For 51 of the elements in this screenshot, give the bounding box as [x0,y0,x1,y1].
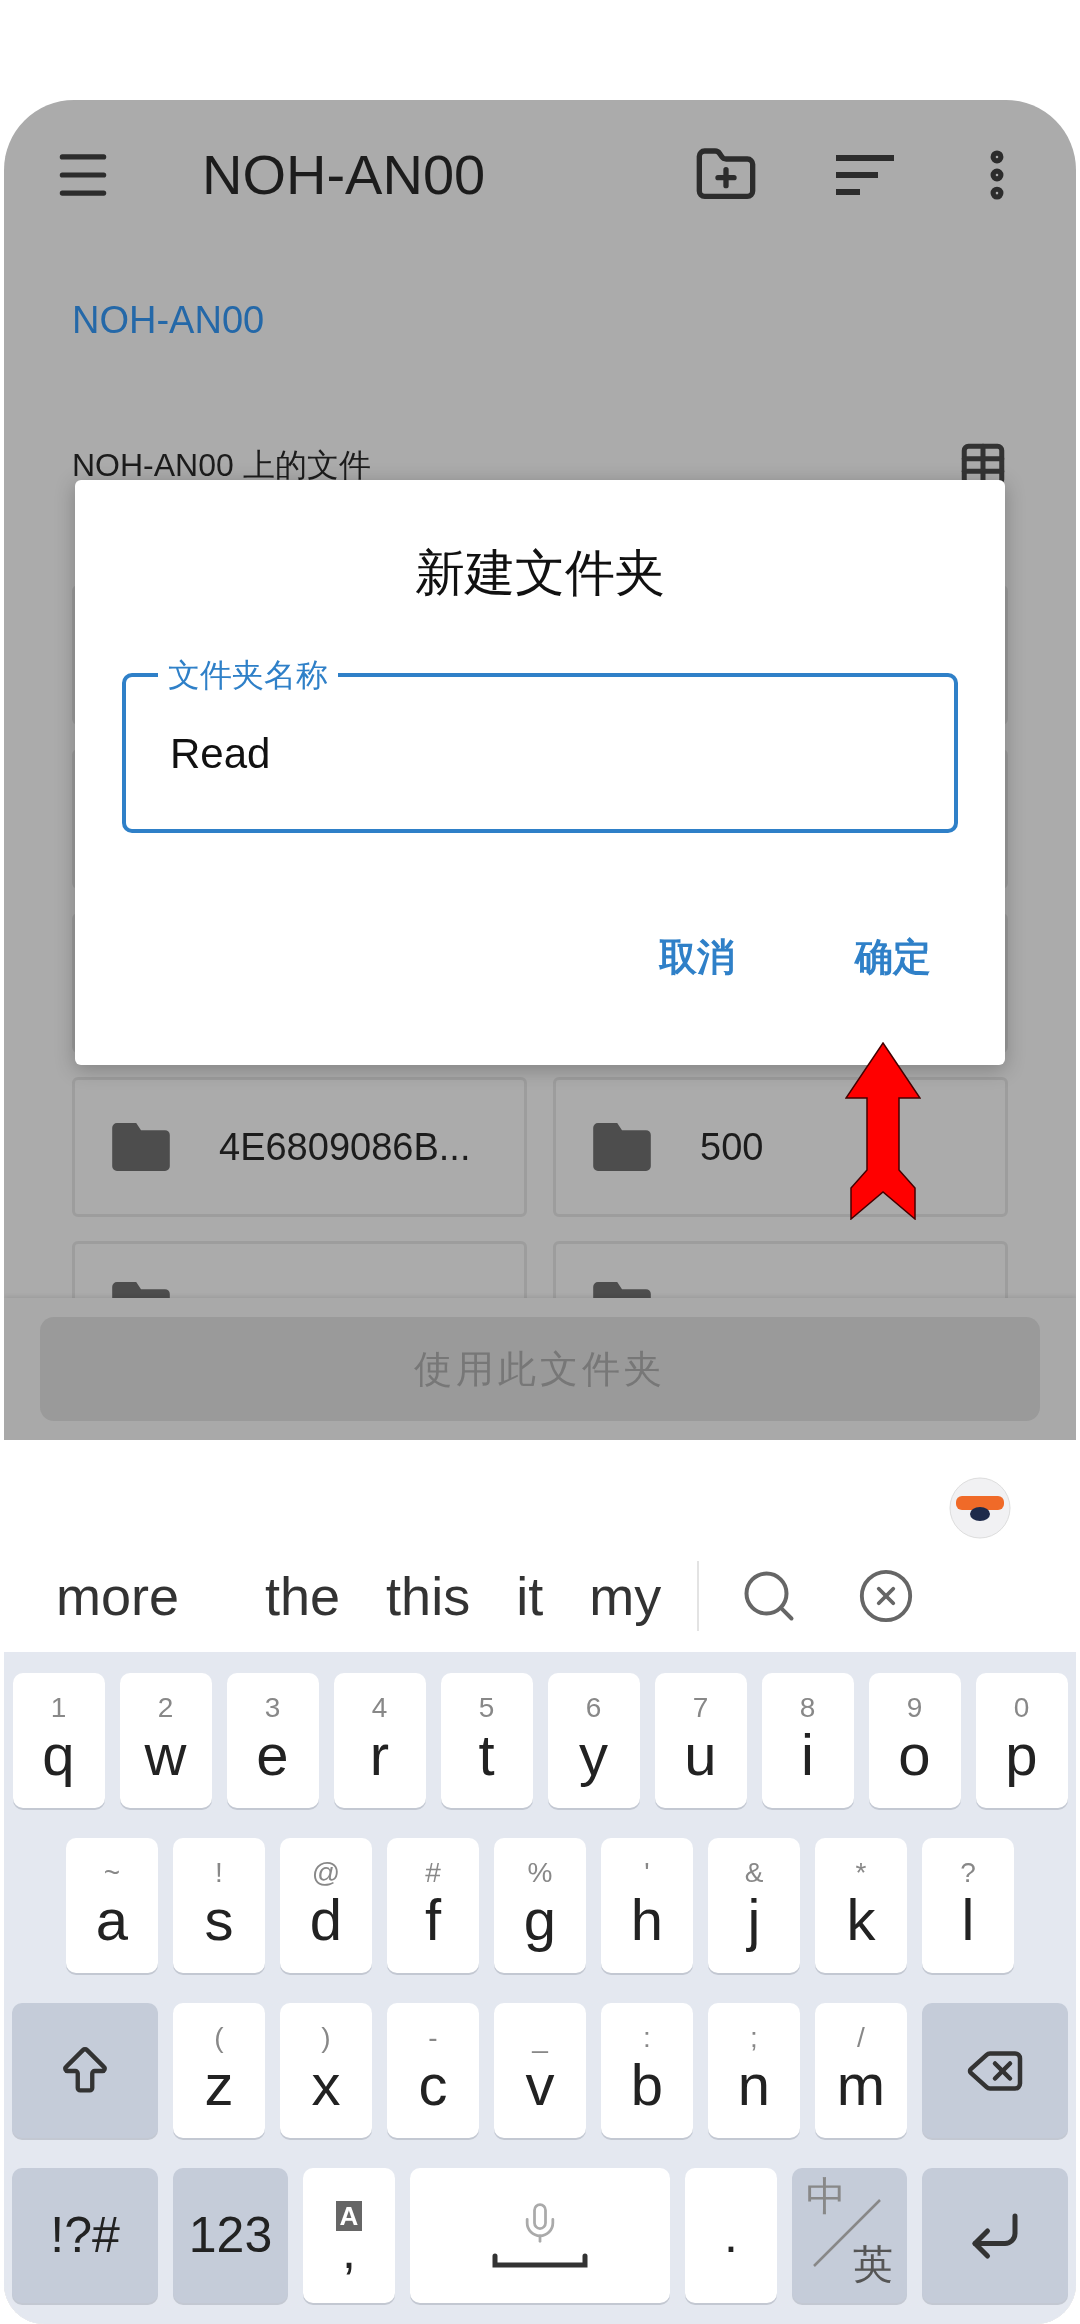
dialog-button[interactable]: 确定 [855,929,931,986]
key[interactable]: : b [601,2003,693,2138]
key[interactable]: 6 y [547,1673,640,1808]
suggestion-word[interactable]: the [265,1555,341,1637]
key[interactable]: ? l [922,1838,1014,1973]
key[interactable]: * k [815,1838,907,1973]
key[interactable]: . [685,2168,777,2303]
key[interactable]: ~ a [66,1838,158,1973]
key[interactable]: 4 r [333,1673,426,1808]
key[interactable]: & j [708,1838,800,1973]
folder-icon [592,1123,652,1171]
toolbar-title: NOH-AN00 [202,142,486,208]
key[interactable]: ' h [601,1838,693,1973]
key[interactable]: 8 i [761,1673,854,1808]
sort-icon[interactable] [836,153,896,197]
key[interactable]: 1 q [12,1673,105,1808]
backspace-key[interactable] [922,2003,1068,2138]
suggestion-word[interactable]: more [56,1555,180,1637]
folder-card[interactable]: 500 [553,1077,1008,1217]
suggestion-word[interactable]: it [516,1555,544,1637]
key[interactable]: ( z [173,2003,265,2138]
key[interactable]: # f [387,1838,479,1973]
language-key[interactable]: 中 英 [792,2168,907,2303]
key[interactable]: ; n [708,2003,800,2138]
suggestion-word[interactable]: my [589,1555,662,1637]
enter-key[interactable] [922,2168,1068,2303]
shift-key[interactable] [12,2003,158,2138]
key[interactable]: 9 o [868,1673,961,1808]
key[interactable]: 7 u [654,1673,747,1808]
arrow-icon [845,1042,921,1220]
folder-icon [111,1123,171,1171]
key[interactable]: 5 t [440,1673,533,1808]
key[interactable]: @ d [280,1838,372,1973]
section-title: NOH-AN00 上的文件 [72,446,371,485]
key[interactable]: _ v [494,2003,586,2138]
key[interactable]: / m [815,2003,907,2138]
dialog-button[interactable]: 取消 [659,929,735,986]
suggestion-word[interactable]: this [386,1555,471,1637]
key[interactable]: ) x [280,2003,372,2138]
key[interactable]: !?# [12,2168,158,2303]
key[interactable]: 3 e [226,1673,319,1808]
space-icon [492,2252,588,2271]
key[interactable]: A , [303,2168,395,2303]
key[interactable]: % g [494,1838,586,1973]
key[interactable]: 123 [173,2168,288,2303]
key[interactable]: - c [387,2003,479,2138]
key[interactable]: 0 p [975,1673,1068,1808]
dialog-title: 新建文件夹 [415,544,665,603]
key[interactable]: ! s [173,1838,265,1973]
key[interactable]: 2 w [119,1673,212,1808]
folder-card[interactable]: 4E6809086B... [72,1077,527,1217]
